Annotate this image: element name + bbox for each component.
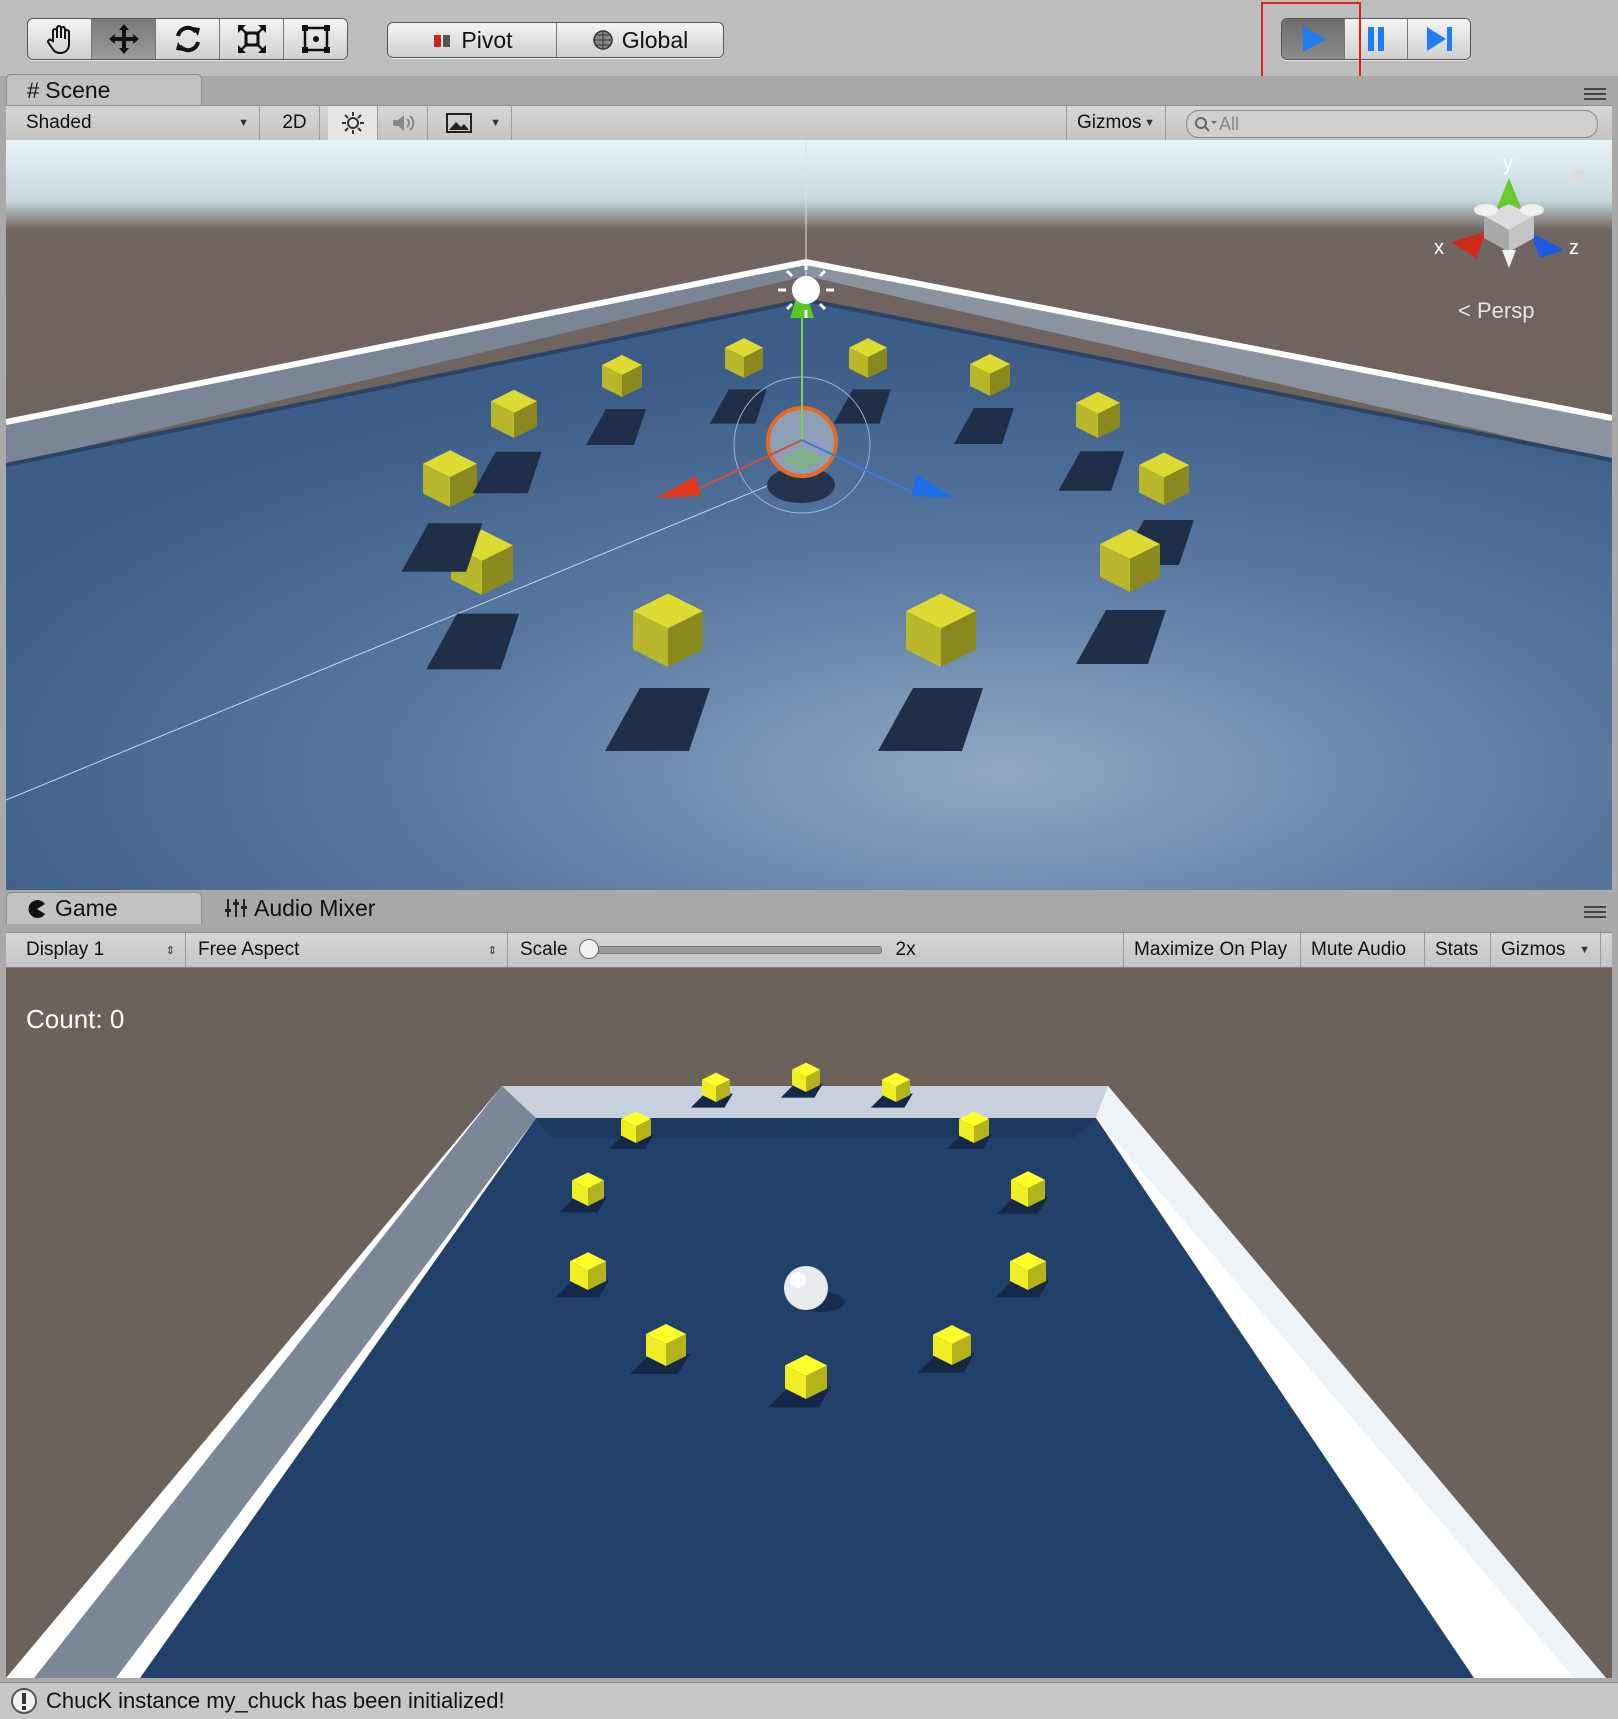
shading-mode-value: Shaded — [26, 112, 92, 133]
global-button[interactable]: Global — [557, 23, 723, 57]
rotate-icon — [175, 25, 200, 53]
scene-search-placeholder: All — [1219, 113, 1240, 134]
chevron-down-icon: ▼ — [490, 117, 501, 129]
scene-render: y x z < Persp — [6, 140, 1612, 890]
pivot-label: Pivot — [461, 26, 513, 53]
scale-control: Scale 2x — [510, 933, 1120, 967]
game-gizmos-dropdown[interactable]: Gizmos ▼ — [1491, 933, 1601, 967]
gizmo-x-label: x — [1434, 237, 1444, 259]
move-tool-button[interactable] — [92, 19, 156, 59]
tab-audio-mixer-label: Audio Mixer — [254, 894, 376, 921]
global-label: Global — [621, 26, 689, 53]
globe-icon — [593, 30, 613, 50]
projection-mode-label[interactable]: < Persp — [1458, 298, 1534, 323]
search-icon — [1195, 117, 1217, 132]
updown-icon: ⇕ — [165, 944, 175, 957]
tab-scene-label: Scene — [45, 77, 111, 103]
tab-game[interactable]: Game — [6, 892, 202, 924]
scale-icon — [237, 25, 266, 53]
scene-gizmos-dropdown[interactable]: Gizmos ▼ — [1066, 106, 1166, 140]
mode-2d-button[interactable]: 2D — [270, 106, 320, 140]
game-gizmos-label: Gizmos — [1501, 939, 1566, 960]
game-control-bar: Display 1 ⇕ Free Aspect ⇕ Scale 2x Maxim… — [6, 932, 1612, 968]
image-icon — [446, 113, 472, 133]
pivot-button[interactable]: Pivot — [388, 23, 557, 57]
status-message: ChucK instance my_chuck has been initial… — [46, 1688, 505, 1713]
scene-gizmos-label: Gizmos — [1077, 112, 1142, 133]
updown-icon: ⇕ — [487, 944, 497, 957]
grid-icon: # — [27, 77, 40, 103]
mode-2d-label: 2D — [282, 112, 307, 133]
chevron-down-icon: ▼ — [1144, 117, 1155, 129]
sliders-icon — [225, 899, 247, 917]
pivot-global-toggle: Pivot Global — [387, 22, 724, 58]
persp-arrow-icon: < — [1458, 298, 1477, 323]
play-button-highlight — [1261, 2, 1361, 86]
rect-transform-icon — [301, 25, 330, 53]
main-toolbar: Pivot Global — [0, 0, 1618, 77]
gizmo-lock-icon[interactable] — [1572, 170, 1584, 180]
game-render: Count: 0 — [6, 968, 1612, 1678]
gizmo-y-label: y — [1503, 153, 1513, 175]
projection-label: Persp — [1477, 298, 1534, 323]
scene-effects-dropdown[interactable]: ▼ — [436, 106, 512, 140]
game-viewport[interactable]: Count: 0 — [6, 968, 1612, 1678]
status-bar[interactable]: ChucK instance my_chuck has been initial… — [0, 1682, 1618, 1719]
scale-slider[interactable] — [578, 939, 882, 959]
maximize-on-play-button[interactable]: Maximize On Play — [1123, 933, 1301, 967]
transform-tools — [27, 18, 348, 60]
tab-game-label: Game — [55, 895, 118, 921]
game-panel-menu-icon[interactable] — [1584, 906, 1606, 920]
scene-lighting-toggle[interactable] — [328, 106, 378, 140]
rect-tool-button[interactable] — [284, 19, 347, 59]
scale-label: Scale — [520, 939, 568, 960]
pause-icon — [1368, 27, 1384, 51]
display-value: Display 1 — [26, 939, 105, 960]
hand-icon — [46, 25, 70, 55]
tab-scene[interactable]: # Scene — [6, 74, 202, 106]
scale-value: 2x — [895, 939, 916, 960]
mute-audio-button[interactable]: Mute Audio — [1301, 933, 1425, 967]
player-ball — [784, 1266, 828, 1310]
scene-tab-bar: # Scene — [0, 74, 1618, 106]
maximize-on-play-label: Maximize On Play — [1134, 939, 1288, 960]
pivot-icon — [434, 35, 451, 47]
rotate-tool-button[interactable] — [156, 19, 220, 59]
pacman-icon — [28, 899, 45, 918]
speaker-icon — [392, 115, 414, 131]
display-dropdown[interactable]: Display 1 ⇕ — [16, 933, 186, 967]
stats-button[interactable]: Stats — [1425, 933, 1491, 967]
scene-viewport[interactable]: y x z < Persp — [6, 140, 1612, 890]
tab-audio-mixer[interactable]: Audio Mixer — [204, 892, 424, 924]
hud-count-text: Count: 0 — [26, 1004, 124, 1034]
chevron-down-icon: ▼ — [1579, 944, 1590, 956]
scene-panel-menu-icon[interactable] — [1584, 88, 1606, 102]
step-button[interactable] — [1408, 19, 1470, 59]
gizmo-z-label: z — [1569, 237, 1579, 259]
scene-search-field[interactable]: All — [1186, 110, 1598, 138]
scale-tool-button[interactable] — [220, 19, 284, 59]
scene-control-bar: Shaded ▼ 2D ▼ Gizmos ▼ All — [6, 105, 1612, 141]
chevron-down-icon: ▼ — [238, 117, 249, 129]
step-icon — [1427, 27, 1452, 51]
aspect-value: Free Aspect — [198, 939, 300, 960]
hand-tool-button[interactable] — [28, 19, 92, 59]
scale-slider-thumb[interactable] — [578, 939, 599, 959]
move-arrows-icon — [108, 24, 139, 54]
shading-mode-dropdown[interactable]: Shaded ▼ — [16, 106, 260, 140]
scene-audio-toggle[interactable] — [378, 106, 428, 140]
sun-icon — [341, 112, 364, 134]
mute-audio-label: Mute Audio — [1311, 939, 1407, 960]
game-tab-bar: Game Audio Mixer — [0, 892, 1618, 924]
aspect-dropdown[interactable]: Free Aspect ⇕ — [188, 933, 508, 967]
stats-label: Stats — [1435, 939, 1479, 960]
info-icon — [11, 1688, 37, 1714]
